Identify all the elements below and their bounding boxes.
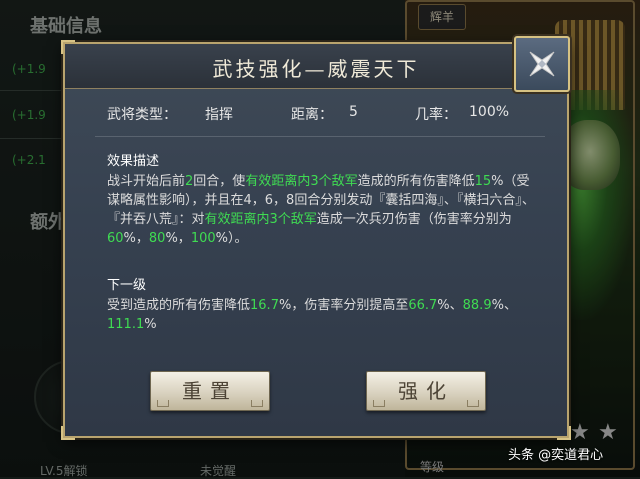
skill-enhance-dialog: 武技强化—威震天下 武将类型： 指挥 距离： 5 几率： 100% 效果描述 战… (61, 40, 571, 440)
effect-highlight: 80 (148, 231, 166, 246)
effect-heading: 效果描述 (107, 154, 160, 169)
effect-highlight: 有效距离内3个敌军 (245, 174, 358, 189)
button-ornament (467, 400, 479, 407)
next-level-highlight: 111.1 (107, 317, 145, 332)
next-level-text: 受到造成的所有伤害降低 (107, 298, 251, 313)
close-x-icon (529, 51, 555, 77)
effect-text: 回合，使 (193, 174, 246, 189)
enhance-button-label: 强化 (398, 379, 454, 403)
reset-button[interactable]: 重置 (150, 371, 270, 411)
reset-button-label: 重置 (182, 379, 238, 403)
button-ornament (157, 400, 169, 407)
corner-ornament (557, 426, 571, 440)
effect-highlight: 100 (190, 231, 216, 246)
skill-info-row: 武将类型： 指挥 距离： 5 几率： 100% (65, 102, 567, 126)
next-level-text: %、 (437, 298, 463, 313)
next-level-text: % (144, 317, 157, 332)
effect-text: 造成一次兵刃伤害（伤害率分别为 (316, 212, 512, 227)
enhance-button[interactable]: 强化 (366, 371, 486, 411)
range-label: 距离： (291, 107, 333, 123)
next-level-text: %，伤害率分别提高至 (278, 298, 409, 313)
next-level-highlight: 16.7 (250, 298, 279, 313)
next-level-highlight: 88.9 (462, 298, 492, 313)
range-value: 5 (349, 104, 358, 120)
effect-text: %）。 (215, 231, 248, 246)
close-button[interactable] (514, 36, 570, 92)
corner-ornament (61, 426, 75, 440)
chance-label: 几率： (415, 107, 457, 123)
effect-highlight: 60 (107, 231, 124, 246)
next-level-highlight: 66.7 (408, 298, 438, 313)
button-ornament (251, 400, 263, 407)
watermark: 头条 @奕道君心 (508, 448, 604, 463)
general-type-label: 武将类型： (107, 107, 177, 123)
chance-value: 100% (469, 104, 510, 120)
effect-description: 战斗开始后前2回合，使有效距离内3个敌军造成的所有伤害降低15%（受谋略属性影响… (107, 172, 537, 248)
dialog-title: 武技强化—威震天下 (212, 57, 420, 81)
effect-text: 战斗开始后前 (107, 174, 186, 189)
next-level-heading: 下一级 (107, 278, 147, 293)
general-type-value: 指挥 (205, 107, 233, 123)
effect-highlight: 有效距离内3个敌军 (204, 212, 317, 227)
divider (95, 136, 545, 137)
effect-highlight: 15 (474, 174, 492, 189)
dialog-header: 武技强化—威震天下 (65, 44, 567, 89)
next-level-description: 受到造成的所有伤害降低16.7%，伤害率分别提高至66.7%、88.9%、111… (107, 296, 537, 334)
effect-text: %， (123, 231, 149, 246)
effect-text: %， (165, 231, 191, 246)
next-level-text: %、 (491, 298, 517, 313)
effect-text: 造成的所有伤害降低 (357, 174, 475, 189)
button-ornament (373, 400, 385, 407)
